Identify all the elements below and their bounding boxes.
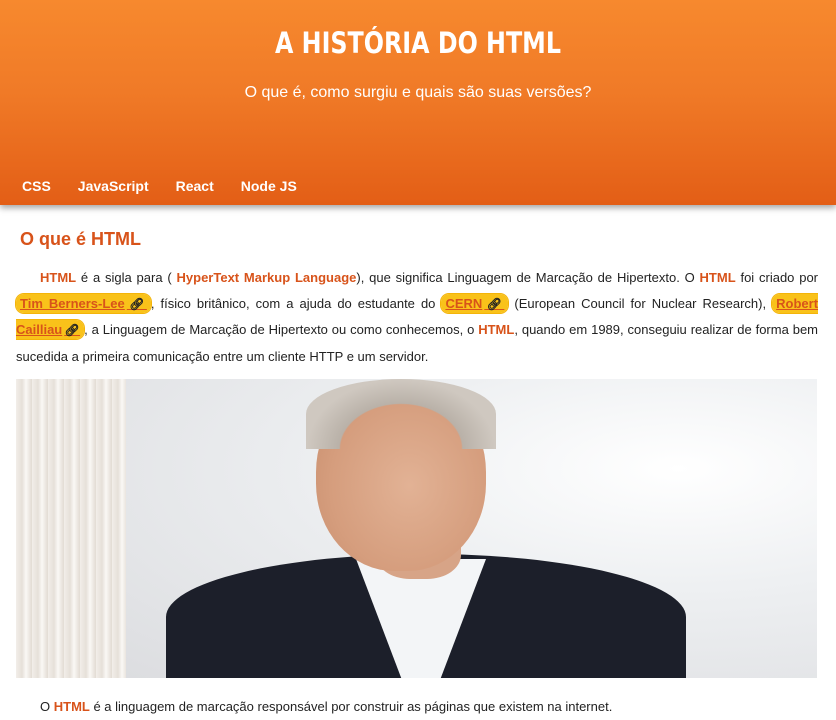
- site-header: A HISTÓRIA DO HTML O que é, como surgiu …: [0, 0, 836, 205]
- text-segment: , a Linguagem de Marcação de Hipertexto …: [84, 322, 479, 337]
- html-term: HTML: [40, 270, 77, 285]
- link-icon: 🔗︎: [126, 296, 147, 311]
- text-segment: (European Council for Nuclear Research),: [508, 295, 773, 311]
- nav-item-nodejs[interactable]: Node JS: [241, 178, 297, 194]
- link-icon: 🔗︎: [64, 323, 81, 337]
- html-term: HTML: [53, 699, 90, 714]
- text-segment: , físico britânico, com a ajuda do estud…: [150, 295, 442, 311]
- text-segment: O: [40, 699, 54, 714]
- page-title: A HISTÓRIA DO HTML: [274, 26, 562, 60]
- link-icon: 🔗︎: [484, 296, 505, 311]
- text-segment: é a linguagem de marcação responsável po…: [89, 699, 613, 714]
- link-tim-berners-lee[interactable]: Tim Berners-Lee 🔗︎: [16, 293, 151, 313]
- link-label: CERN: [445, 295, 483, 311]
- hypertext-term: HyperText Markup Language: [176, 270, 357, 285]
- page-subtitle: O que é, como surgiu e quais são suas ve…: [244, 84, 592, 101]
- second-paragraph: O HTML é a linguagem de marcação respons…: [16, 697, 818, 717]
- html-term: HTML: [699, 270, 736, 285]
- nav-item-react[interactable]: React: [176, 178, 214, 194]
- link-cern[interactable]: CERN 🔗︎: [441, 293, 509, 313]
- section-title: O que é HTML: [20, 229, 141, 249]
- intro-paragraph: HTML é a sigla para ( HyperText Markup L…: [16, 265, 819, 369]
- portrait-photo: [16, 379, 817, 678]
- text-segment: foi criado por: [735, 270, 819, 285]
- nav-item-javascript[interactable]: JavaScript: [78, 178, 149, 194]
- main-content: O que é HTML HTML é a sigla para ( Hyper…: [0, 205, 836, 720]
- main-nav: CSS JavaScript React Node JS: [22, 178, 324, 194]
- html-term: HTML: [478, 322, 515, 337]
- link-label: Tim Berners-Lee: [20, 295, 125, 311]
- text-segment: é a sigla para (: [76, 270, 177, 285]
- text-segment: ), que significa Linguagem de Marcação d…: [356, 270, 700, 285]
- photo-hair: [306, 379, 496, 449]
- nav-item-css[interactable]: CSS: [22, 178, 51, 194]
- photo-pillar: [16, 379, 126, 678]
